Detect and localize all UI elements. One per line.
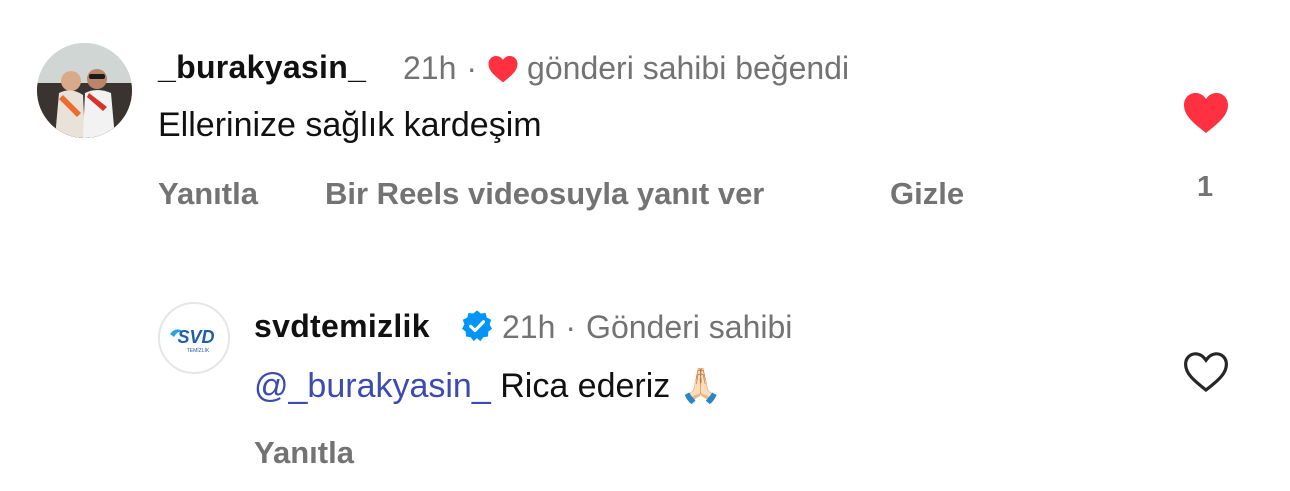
comment-meta: 21h · gönderi sahibi beğendi [403,50,849,87]
separator-dot: · [466,50,478,86]
reply-button[interactable]: Yanıtla [158,176,258,212]
svd-logo-icon: SVD TEMİZLİK [170,327,215,354]
heart-filled-icon [1184,93,1228,133]
comment-text: Ellerinize sağlık kardeşim [158,106,542,144]
heart-outline-icon [1183,352,1229,393]
hide-button[interactable]: Gizle [890,176,964,212]
like-count: 1 [1197,171,1214,203]
comment-time: 21h [403,50,457,86]
avatar[interactable]: SVD TEMİZLİK [158,302,230,374]
comment-meta: 21h · Gönderi sahibi [502,309,792,346]
avatar-photo [37,43,132,138]
liked-by-owner-label: gönderi sahibi beğendi [527,50,850,86]
post-owner-label: Gönderi sahibi [586,309,793,345]
comment-text: Rica ederiz [500,367,671,405]
svg-text:SVD: SVD [177,327,214,347]
mention-link[interactable]: @_burakyasin_ [254,367,491,405]
like-button[interactable] [1181,90,1231,139]
comment-username[interactable]: svdtemizlik [254,308,430,345]
like-button[interactable] [1181,349,1231,398]
comment-text-row: @_burakyasin_ Rica ederiz 🙏🏻 [254,366,722,406]
avatar[interactable] [37,43,132,138]
comment-username[interactable]: _burakyasin_ [158,49,366,86]
verified-badge-icon [460,309,494,348]
svg-text:TEMİZLİK: TEMİZLİK [187,347,210,354]
reels-reply-button[interactable]: Bir Reels videosuyla yanıt ver [325,176,764,212]
separator-dot: · [565,309,577,345]
comment-time: 21h [502,309,556,345]
reply-button[interactable]: Yanıtla [254,435,354,471]
heart-icon [487,54,519,83]
praying-hands-emoji: 🙏🏻 [679,367,723,405]
